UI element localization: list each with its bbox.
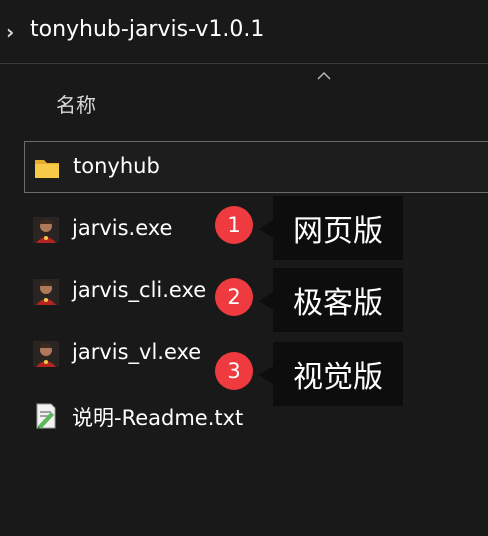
file-row-jarvis-cli-exe[interactable]: jarvis_cli.exe [24,266,488,318]
annotation-badge-1: 1 [215,206,253,244]
file-name: jarvis_cli.exe [72,278,207,302]
file-row-folder[interactable]: tonyhub [24,141,488,193]
file-row-readme-txt[interactable]: 说明-Readme.txt [24,390,488,442]
file-row-jarvis-vl-exe[interactable]: jarvis_vl.exe [24,328,488,380]
file-name: jarvis.exe [72,216,173,240]
chevron-right-icon[interactable]: › [6,20,14,44]
folder-icon [35,160,59,178]
ironman-app-icon [33,217,59,243]
file-name: 说明-Readme.txt [72,406,244,430]
annotation-badge-2: 2 [215,278,253,316]
annotation-badge-3: 3 [215,352,253,390]
text-file-icon [36,403,56,429]
ironman-app-icon [33,341,59,367]
ironman-app-icon [33,279,59,305]
annotation-label-web: 网页版 [259,196,403,260]
file-row-jarvis-exe[interactable]: jarvis.exe [24,204,488,256]
file-name: tonyhub [73,154,160,178]
breadcrumb-folder-title[interactable]: tonyhub-jarvis-v1.0.1 [30,17,264,42]
annotation-label-vision: 视觉版 [259,342,403,406]
file-name: jarvis_vl.exe [72,340,202,364]
name-column-header[interactable]: 名称 [56,89,96,118]
annotation-label-geek: 极客版 [259,268,403,332]
breadcrumb: › tonyhub-jarvis-v1.0.1 [0,0,488,64]
sort-ascending-icon[interactable] [316,70,332,82]
